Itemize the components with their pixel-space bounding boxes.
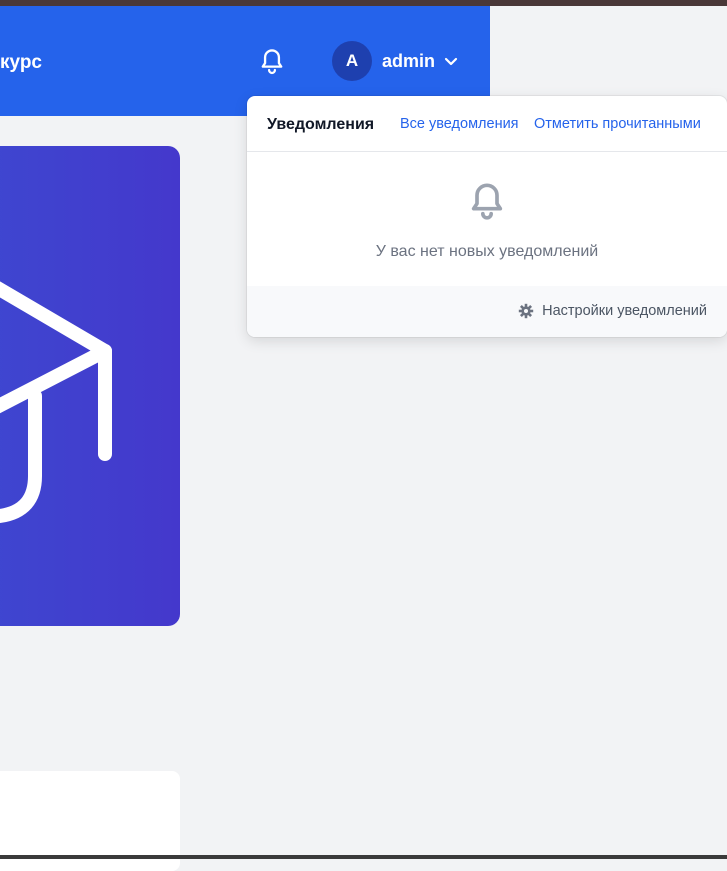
- notification-settings-label: Настройки уведомлений: [542, 303, 707, 319]
- notifications-empty-state: У вас нет новых уведомлений: [247, 152, 727, 286]
- mark-as-read-link[interactable]: Отметить прочитанными: [534, 116, 701, 132]
- course-hero-banner: [0, 146, 180, 626]
- notifications-dropdown: Уведомления Все уведомления Отметить про…: [247, 96, 727, 337]
- empty-notifications-text: У вас нет новых уведомлений: [375, 243, 599, 260]
- notification-settings-link[interactable]: Настройки уведомлений: [518, 303, 707, 319]
- gear-icon: [518, 303, 534, 319]
- all-notifications-link[interactable]: Все уведомления: [400, 116, 519, 132]
- notifications-title: Уведомления: [267, 116, 375, 133]
- avatar: A: [332, 41, 372, 81]
- chevron-down-icon: [444, 57, 458, 66]
- page-title: курс: [0, 52, 42, 73]
- bell-icon: [261, 49, 283, 75]
- user-menu[interactable]: A admin: [332, 41, 459, 81]
- window-bottom-bar: [0, 855, 727, 859]
- notifications-button[interactable]: [258, 47, 286, 77]
- username: admin: [382, 50, 436, 71]
- graduation-cap-icon: [0, 281, 112, 523]
- notifications-footer: Настройки уведомлений: [247, 286, 727, 337]
- notifications-header: Уведомления Все уведомления Отметить про…: [247, 96, 727, 152]
- bell-icon: [471, 183, 503, 220]
